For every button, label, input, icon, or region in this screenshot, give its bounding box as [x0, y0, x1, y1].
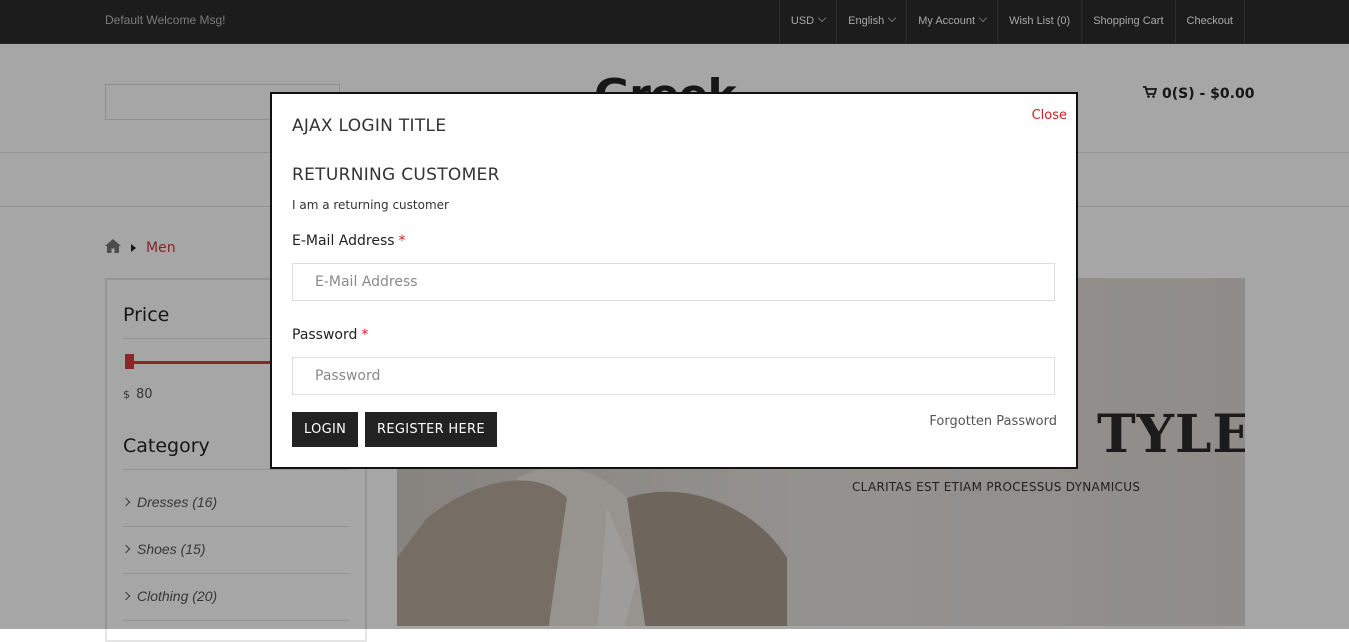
- forgot-password-link[interactable]: Forgotten Password: [929, 414, 1057, 429]
- register-button[interactable]: REGISTER HERE: [365, 412, 497, 447]
- required-marker: *: [398, 233, 406, 249]
- login-button[interactable]: LOGIN: [292, 412, 359, 447]
- modal-title: AJAX LOGIN TITLE: [292, 116, 447, 136]
- login-modal: AJAX LOGIN TITLE Close RETURNING CUSTOME…: [270, 92, 1078, 469]
- password-label-text: Password: [292, 327, 358, 343]
- section-subtitle: I am a returning customer: [292, 198, 449, 212]
- section-title: RETURNING CUSTOMER: [292, 165, 500, 185]
- email-field[interactable]: [292, 263, 1055, 301]
- email-label-text: E-Mail Address: [292, 233, 395, 249]
- password-label: Password *: [292, 327, 368, 343]
- close-button[interactable]: Close: [1032, 108, 1067, 123]
- required-marker: *: [361, 327, 369, 343]
- password-field[interactable]: [292, 357, 1055, 395]
- email-label: E-Mail Address *: [292, 233, 406, 249]
